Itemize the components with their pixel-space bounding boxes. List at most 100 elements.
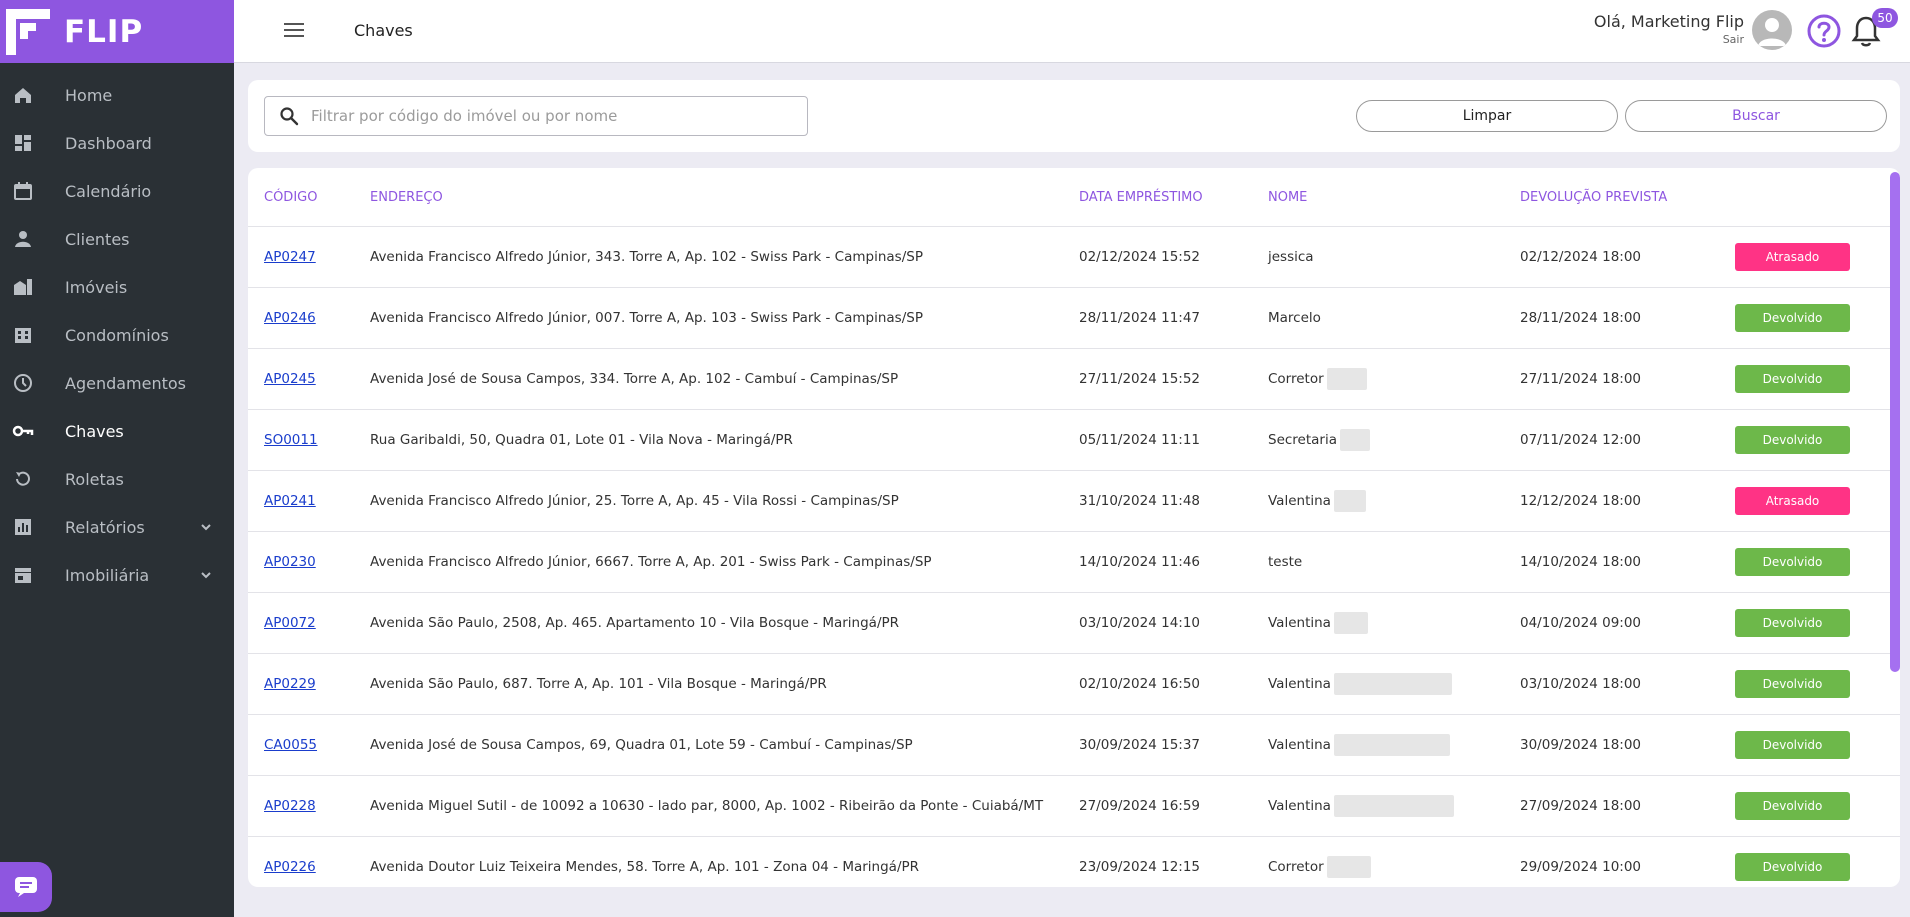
avatar[interactable] xyxy=(1752,10,1792,50)
borrower-name: Valentina xyxy=(1268,493,1331,509)
return-date-cell: 04/10/2024 09:00 xyxy=(1520,615,1642,631)
column-header-address[interactable]: ENDEREÇO xyxy=(370,190,1079,205)
return-date-cell: 02/12/2024 18:00 xyxy=(1520,249,1642,265)
sidebar-item-home[interactable]: Home xyxy=(0,71,234,119)
property-code-link[interactable]: AP0226 xyxy=(264,859,316,875)
property-code-link[interactable]: AP0247 xyxy=(264,249,316,265)
return-date-cell: 03/10/2024 18:00 xyxy=(1520,676,1642,692)
return-date-cell: 30/09/2024 18:00 xyxy=(1520,737,1642,753)
buildings-icon xyxy=(12,276,34,298)
property-code-link[interactable]: AP0246 xyxy=(264,310,316,326)
keys-table: CÓDIGO ENDEREÇO DATA EMPRÉSTIMO NOME DEV… xyxy=(248,168,1900,887)
return-date-cell: 07/11/2024 12:00 xyxy=(1520,432,1642,448)
redacted-block xyxy=(1333,734,1450,756)
borrower-name: teste xyxy=(1268,554,1303,570)
table-row: AP0241 Avenida Francisco Alfredo Júnior, … xyxy=(248,471,1900,532)
address-cell: Avenida Francisco Alfredo Júnior, 007. T… xyxy=(370,310,923,326)
property-code-link[interactable]: AP0229 xyxy=(264,676,316,692)
sidebar-item-label: Relatórios xyxy=(65,517,145,537)
sidebar-item-dashboard[interactable]: Dashboard xyxy=(0,119,234,167)
property-code-link[interactable]: AP0072 xyxy=(264,615,316,631)
redacted-block xyxy=(1326,368,1367,390)
sidebar-item-relatorios[interactable]: Relatórios xyxy=(0,503,234,551)
status-badge: Atrasado xyxy=(1735,487,1850,515)
sidebar-item-label: Agendamentos xyxy=(65,373,187,393)
table-row: AP0072 Avenida São Paulo, 2508, Ap. 465. … xyxy=(248,593,1900,654)
property-code-link[interactable]: SO0011 xyxy=(264,432,318,448)
sidebar-item-imobiliaria[interactable]: Imobiliária xyxy=(0,551,234,599)
logout-link[interactable]: Sair xyxy=(1594,33,1744,46)
property-code-link[interactable]: AP0241 xyxy=(264,493,316,509)
brand-name: FLIP xyxy=(64,13,144,50)
clear-button[interactable]: Limpar xyxy=(1356,100,1618,132)
redacted-block xyxy=(1333,490,1366,512)
scrollbar[interactable] xyxy=(1890,172,1900,672)
topbar: Chaves Olá, Marketing Flip Sair 50 xyxy=(234,0,1910,63)
table-row: AP0228 Avenida Miguel Sutil - de 10092 a … xyxy=(248,776,1900,837)
chevron-down-icon xyxy=(201,572,211,579)
property-code-link[interactable]: CA0055 xyxy=(264,737,317,753)
column-header-code[interactable]: CÓDIGO xyxy=(248,190,370,205)
return-date-cell: 12/12/2024 18:00 xyxy=(1520,493,1642,509)
search-button[interactable]: Buscar xyxy=(1625,100,1887,132)
sidebar-item-roletas[interactable]: Roletas xyxy=(0,455,234,503)
sidebar-item-label: Roletas xyxy=(65,469,124,489)
page-title: Chaves xyxy=(354,21,413,40)
dashboard-icon xyxy=(12,132,34,154)
sidebar-item-calendario[interactable]: Calendário xyxy=(0,167,234,215)
loan-date-cell: 02/10/2024 16:50 xyxy=(1079,676,1201,692)
sidebar-item-label: Home xyxy=(65,85,113,105)
user-avatar-icon xyxy=(1758,18,1786,46)
name-cell: Valentina xyxy=(1268,490,1520,512)
sidebar-item-imoveis[interactable]: Imóveis xyxy=(0,263,234,311)
chat-button[interactable] xyxy=(0,862,52,912)
sidebar: FLIP Home Dashboard Calendário Clientes Imóv… xyxy=(0,0,234,917)
address-cell: Avenida São Paulo, 2508, Ap. 465. Aparta… xyxy=(370,615,900,631)
status-badge: Devolvido xyxy=(1735,670,1850,698)
loan-date-cell: 14/10/2024 11:46 xyxy=(1079,554,1201,570)
address-cell: Rua Garibaldi, 50, Quadra 01, Lote 01 - … xyxy=(370,432,793,448)
sidebar-nav: Home Dashboard Calendário Clientes Imóveis Co… xyxy=(0,71,234,599)
home-icon xyxy=(12,84,34,106)
address-cell: Avenida José de Sousa Campos, 334. Torre… xyxy=(370,371,899,387)
user-greeting: Olá, Marketing Flip Sair xyxy=(1594,12,1744,46)
name-cell: Marcelo xyxy=(1268,310,1520,326)
status-badge: Atrasado xyxy=(1735,243,1850,271)
loan-date-cell: 23/09/2024 12:15 xyxy=(1079,859,1201,875)
clock-icon xyxy=(12,372,34,394)
name-cell: teste xyxy=(1268,554,1520,570)
status-badge: Devolvido xyxy=(1735,365,1850,393)
column-header-loan-date[interactable]: DATA EMPRÉSTIMO xyxy=(1079,190,1268,205)
sidebar-item-clientes[interactable]: Clientes xyxy=(0,215,234,263)
user-name: Olá, Marketing Flip xyxy=(1593,12,1744,31)
property-code-link[interactable]: AP0230 xyxy=(264,554,316,570)
menu-icon[interactable] xyxy=(284,22,304,38)
sidebar-item-chaves[interactable]: Chaves xyxy=(0,407,234,455)
sidebar-item-label: Calendário xyxy=(65,181,152,201)
return-date-cell: 27/09/2024 18:00 xyxy=(1520,798,1642,814)
property-code-link[interactable]: AP0228 xyxy=(264,798,316,814)
filter-card: Limpar Buscar xyxy=(248,80,1900,152)
address-cell: Avenida São Paulo, 687. Torre A, Ap. 101… xyxy=(370,676,827,692)
column-header-name[interactable]: NOME xyxy=(1268,190,1520,205)
search-input[interactable] xyxy=(311,107,791,125)
sidebar-item-agendamentos[interactable]: Agendamentos xyxy=(0,359,234,407)
store-icon xyxy=(12,564,34,586)
search-icon xyxy=(280,107,299,126)
help-icon[interactable] xyxy=(1806,13,1842,49)
redacted-block xyxy=(1333,673,1452,695)
sidebar-item-condominios[interactable]: Condomínios xyxy=(0,311,234,359)
logo-bar[interactable]: FLIP xyxy=(0,0,234,63)
status-badge: Devolvido xyxy=(1735,731,1850,759)
property-code-link[interactable]: AP0245 xyxy=(264,371,316,387)
column-header-return-date[interactable]: DEVOLUÇÃO PREVISTA xyxy=(1520,190,1735,205)
sidebar-item-label: Clientes xyxy=(65,229,130,249)
borrower-name: Corretor xyxy=(1268,371,1324,387)
calendar-icon xyxy=(12,180,34,202)
return-date-cell: 28/11/2024 18:00 xyxy=(1520,310,1642,326)
address-cell: Avenida Francisco Alfredo Júnior, 25. To… xyxy=(370,493,899,509)
chart-icon xyxy=(12,516,34,538)
redacted-block xyxy=(1326,856,1371,878)
status-badge: Devolvido xyxy=(1735,609,1850,637)
loan-date-cell: 03/10/2024 14:10 xyxy=(1079,615,1201,631)
